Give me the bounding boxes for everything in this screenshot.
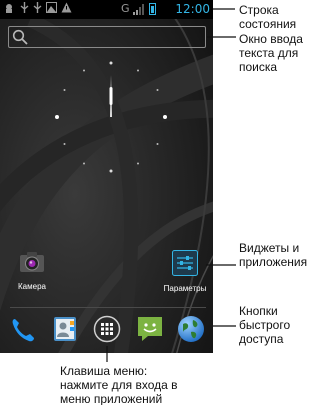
annotation-menu-key: Клавиша меню: нажмите для входа в меню п… bbox=[60, 364, 178, 405]
annotation-line: приложения bbox=[239, 255, 308, 269]
annotation-line: Строка bbox=[239, 3, 279, 17]
annotation-widgets: Виджеты и приложения bbox=[239, 241, 307, 269]
annotation-line: Окно ввода bbox=[239, 32, 303, 46]
annotation-quick-access: Кнопки быстрого доступа bbox=[239, 304, 290, 346]
annotation-line: меню приложений bbox=[60, 392, 163, 405]
annotation-line: доступа bbox=[239, 332, 284, 346]
annotation-line: нажмите для входа в bbox=[60, 378, 178, 392]
annotation-line: быстрого bbox=[239, 318, 291, 332]
annotation-line: поиска bbox=[239, 60, 278, 74]
annotation-search: Окно ввода текста для поиска bbox=[239, 32, 303, 74]
annotation-line: Кнопки bbox=[239, 304, 278, 318]
annotation-line: текста для bbox=[239, 46, 299, 60]
annotation-line: Клавиша меню: bbox=[60, 364, 148, 378]
annotation-status-bar: Строка состояния bbox=[239, 3, 296, 31]
annotation-line: состояния bbox=[239, 17, 297, 31]
annotation-line: Виджеты и bbox=[239, 241, 300, 255]
